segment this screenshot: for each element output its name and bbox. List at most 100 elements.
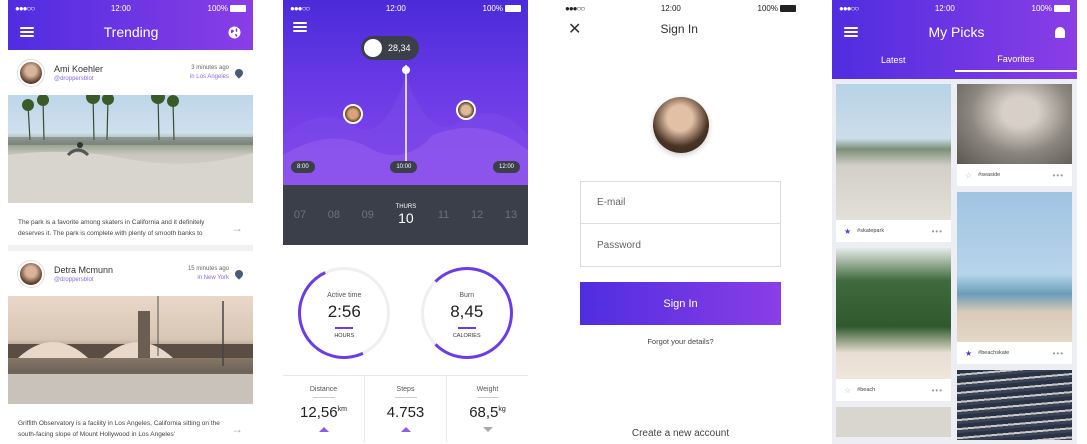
create-account-link[interactable]: Create a new account xyxy=(558,428,803,439)
pick-card[interactable] xyxy=(836,407,951,437)
pick-card[interactable]: ☆ #beach ••• xyxy=(836,248,951,401)
battery-indicator: 100% xyxy=(483,4,521,13)
post-caption: Griffith Observatory is a facility in Lo… xyxy=(18,420,220,438)
avatar[interactable] xyxy=(18,260,44,287)
stat-label: Weight xyxy=(476,386,499,393)
status-bar: ●●●○○ 12:00 100% xyxy=(558,0,803,16)
stat-value: 4.753 xyxy=(386,404,425,421)
timeline-current[interactable]: 10:00 xyxy=(390,161,418,173)
stat-label: Steps xyxy=(396,386,415,393)
signin-button[interactable]: Sign In xyxy=(580,282,781,325)
signin-screen: ●●●○○ 12:00 100% ✕ Sign In Sign In Forgo… xyxy=(558,0,803,444)
close-icon[interactable]: ✕ xyxy=(568,19,581,39)
post-card[interactable]: Ami Koehler @droppersblot 3 minutes ago … xyxy=(8,50,253,245)
pick-tag[interactable]: #beachskate xyxy=(978,350,1052,356)
post-time: 15 minutes ago xyxy=(187,266,229,272)
battery-percent: 100% xyxy=(207,3,228,13)
password-field[interactable] xyxy=(581,224,780,266)
day-item[interactable]: 07 xyxy=(294,209,306,221)
post-location[interactable]: in Los Angeles xyxy=(190,74,229,80)
star-icon[interactable]: ☆ xyxy=(965,171,972,180)
pick-card[interactable]: ★ #skatepark ••• xyxy=(836,84,951,242)
globe-icon[interactable] xyxy=(228,26,241,39)
day-selector[interactable]: 07 08 09 THURS 10 11 12 13 xyxy=(283,185,528,245)
page-title: Trending xyxy=(103,24,159,40)
day-item[interactable]: 13 xyxy=(505,209,517,221)
battery-icon xyxy=(779,4,796,12)
pick-tag[interactable]: #skatepark xyxy=(857,228,931,234)
avatar[interactable] xyxy=(456,100,476,120)
value-bubble: 28,34 xyxy=(361,36,419,60)
star-icon[interactable]: ★ xyxy=(844,227,851,236)
pick-photo[interactable] xyxy=(957,84,1072,164)
menu-icon[interactable] xyxy=(20,27,34,37)
star-icon[interactable]: ★ xyxy=(965,349,972,358)
burn-ring: Burn 8,45 CALORIES xyxy=(420,267,513,359)
battery-icon xyxy=(1053,4,1070,12)
signal-indicator: ●●●○○ xyxy=(290,3,310,13)
author-handle[interactable]: @droppersblot xyxy=(54,277,188,283)
avatar[interactable] xyxy=(343,104,363,124)
battery-indicator: 100% xyxy=(758,4,796,13)
pick-photo[interactable] xyxy=(836,84,951,220)
day-item[interactable]: 08 xyxy=(328,209,340,221)
day-item-selected[interactable]: 10 xyxy=(396,210,417,226)
battery-icon xyxy=(504,4,521,12)
battery-percent: 100% xyxy=(482,3,503,13)
tab-favorites[interactable]: Favorites xyxy=(954,54,1077,72)
pick-photo[interactable] xyxy=(836,248,951,379)
post-location[interactable]: in New York xyxy=(188,275,229,281)
stat-steps[interactable]: Steps 4.753 xyxy=(365,376,447,442)
signal-indicator: ●●●○○ xyxy=(565,3,585,13)
stat-weight[interactable]: Weight 68,5kg xyxy=(447,376,528,442)
page-title: Sign In xyxy=(660,22,698,36)
forgot-details-link[interactable]: Forgot your details? xyxy=(558,337,803,346)
pick-photo[interactable] xyxy=(957,192,1072,342)
bubble-value: 28,34 xyxy=(388,43,411,53)
menu-icon[interactable] xyxy=(844,27,858,37)
arrow-right-icon[interactable]: → xyxy=(231,221,243,235)
day-item[interactable]: 12 xyxy=(471,209,483,221)
day-item[interactable]: 11 xyxy=(438,209,449,221)
post-time: 3 minutes ago xyxy=(191,65,229,71)
pick-photo[interactable] xyxy=(957,370,1072,440)
pick-card[interactable] xyxy=(957,370,1072,440)
avatar[interactable] xyxy=(18,59,44,86)
more-icon[interactable]: ••• xyxy=(932,386,943,395)
star-icon[interactable]: ☆ xyxy=(844,386,851,395)
page-title: My Picks xyxy=(928,24,985,40)
signal-indicator: ●●●○○ xyxy=(15,3,35,13)
more-icon[interactable]: ••• xyxy=(1053,349,1064,358)
tab-latest[interactable]: Latest xyxy=(832,55,955,71)
day-item[interactable]: 09 xyxy=(362,209,374,221)
post-photo[interactable] xyxy=(8,296,253,404)
trend-down-icon xyxy=(482,427,493,432)
timeline-start[interactable]: 8:00 xyxy=(291,161,315,173)
trending-header: ●●●○○ 12:00 100% Trending xyxy=(8,0,253,50)
pick-card[interactable]: ★ #beachskate ••• xyxy=(957,192,1072,364)
timeline[interactable]: 8:00 10:00 12:00 xyxy=(291,158,520,176)
stat-distance[interactable]: Distance 12,56km xyxy=(283,376,365,442)
stat-value: 68,5 xyxy=(469,404,499,421)
post-photo[interactable] xyxy=(8,90,253,203)
more-icon[interactable]: ••• xyxy=(932,227,943,236)
battery-indicator: 100% xyxy=(1032,4,1070,13)
arrow-right-icon[interactable]: → xyxy=(231,422,243,436)
pick-tag[interactable]: #seaside xyxy=(978,172,1052,178)
status-bar: ●●●○○ 12:00 100% xyxy=(283,0,528,16)
bell-icon[interactable] xyxy=(1055,26,1065,38)
signin-form xyxy=(580,181,781,267)
pick-photo[interactable] xyxy=(836,407,951,437)
avatar[interactable] xyxy=(652,97,709,153)
pick-tag[interactable]: #beach xyxy=(857,387,931,393)
timeline-end[interactable]: 12:00 xyxy=(492,161,520,173)
more-icon[interactable]: ••• xyxy=(1053,171,1064,180)
post-card[interactable]: Detra Mcmunn @droppersblot 15 minutes ag… xyxy=(8,251,253,444)
menu-icon[interactable] xyxy=(293,22,307,32)
author-handle[interactable]: @droppersblot xyxy=(54,76,190,82)
pick-card[interactable]: ☆ #seaside ••• xyxy=(957,84,1072,186)
author-name[interactable]: Ami Koehler xyxy=(54,64,190,74)
cup-icon xyxy=(364,39,382,57)
email-field[interactable] xyxy=(581,182,780,224)
author-name[interactable]: Detra Mcmunn xyxy=(54,265,188,275)
